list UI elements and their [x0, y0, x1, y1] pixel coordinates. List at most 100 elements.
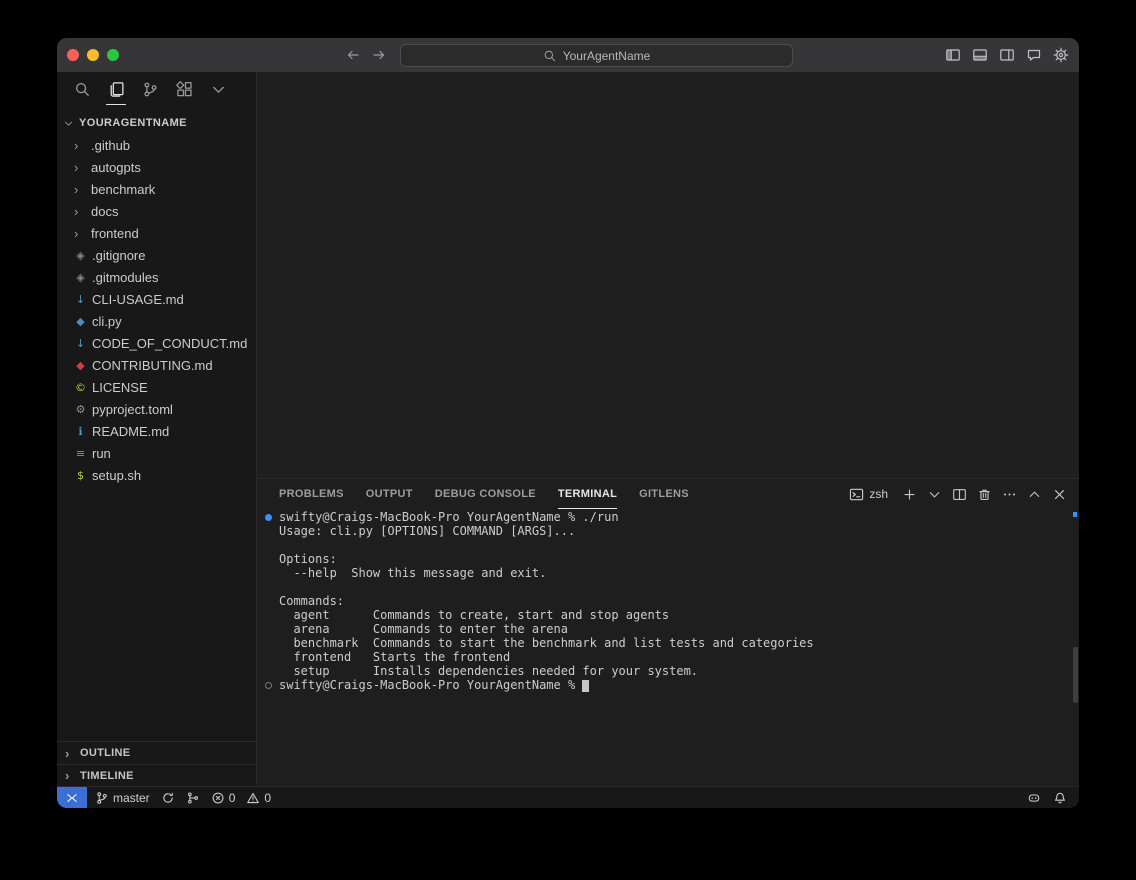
terminal-line — [257, 580, 1079, 594]
zoom-window-button[interactable] — [107, 49, 119, 61]
tree-folder-.github[interactable]: ›.github — [57, 134, 256, 156]
go-back-button[interactable] — [345, 47, 361, 63]
tree-file-run[interactable]: ≡run — [57, 442, 256, 464]
chevron-right-icon: › — [74, 205, 86, 218]
activity-search-button[interactable] — [71, 77, 93, 107]
desktop-background: YourAgentName YOURAGENTNAME ›.github›aut… — [0, 0, 1136, 880]
markdown-icon: ↓ — [74, 294, 87, 305]
titlebar[interactable]: YourAgentName — [57, 38, 1079, 72]
panel-tab-terminal[interactable]: TERMINAL — [558, 479, 617, 509]
tree-item-label: cli.py — [92, 314, 122, 329]
terminal-text: frontend Starts the frontend — [279, 650, 510, 664]
tree-file-readme.md[interactable]: ℹREADME.md — [57, 420, 256, 442]
toggle-panel-button[interactable] — [972, 47, 988, 63]
go-forward-button[interactable] — [371, 47, 387, 63]
warnings-status[interactable]: 0 — [246, 791, 271, 805]
tree-file-setup.sh[interactable]: $setup.sh — [57, 464, 256, 486]
close-window-button[interactable] — [67, 49, 79, 61]
tree-folder-benchmark[interactable]: ›benchmark — [57, 178, 256, 200]
terminal-line: Commands: — [257, 594, 1079, 608]
panel-action-icons — [902, 487, 1067, 502]
shell-label: zsh — [869, 487, 888, 501]
close-panel-button[interactable] — [1052, 487, 1067, 502]
panel-header: PROBLEMS OUTPUT DEBUG CONSOLE TERMINAL GITLE… — [257, 479, 1079, 509]
tree-folder-autogpts[interactable]: ›autogpts — [57, 156, 256, 178]
file-tree: ›.github›autogpts›benchmark›docs›fronten… — [57, 134, 256, 486]
activity-extensions-button[interactable] — [173, 77, 195, 107]
search-icon — [543, 49, 557, 63]
tree-file-code_of_conduct.md[interactable]: ↓CODE_OF_CONDUCT.md — [57, 332, 256, 354]
minimize-window-button[interactable] — [87, 49, 99, 61]
branch-status[interactable]: master — [95, 791, 150, 805]
chevron-down-icon — [210, 81, 227, 103]
toggle-secondary-sidebar-button[interactable] — [999, 47, 1015, 63]
activity-explorer-button[interactable] — [105, 77, 127, 107]
chevron-right-icon: › — [65, 747, 75, 760]
command-decoration-icon — [265, 514, 272, 521]
tree-file-.gitignore[interactable]: ◈.gitignore — [57, 244, 256, 266]
warning-icon — [246, 791, 260, 805]
license-icon: © — [74, 382, 87, 393]
more-actions-button[interactable] — [1002, 487, 1017, 502]
graph-status[interactable] — [186, 791, 200, 805]
panel-tabs: PROBLEMS OUTPUT DEBUG CONSOLE TERMINAL GITLE… — [279, 479, 689, 509]
tree-item-label: setup.sh — [92, 468, 141, 483]
panel-tab-problems[interactable]: PROBLEMS — [279, 479, 344, 509]
panel-actions: zsh — [849, 487, 1067, 502]
vscode-window: YourAgentName YOURAGENTNAME ›.github›aut… — [57, 38, 1079, 808]
maximize-panel-button[interactable] — [1027, 487, 1042, 502]
panel-tab-gitlens[interactable]: GITLENS — [639, 479, 689, 509]
tree-folder-docs[interactable]: ›docs — [57, 200, 256, 222]
launch-profile-button[interactable] — [927, 487, 942, 502]
terminal-scrollbar[interactable] — [1073, 647, 1078, 703]
panel-tab-debug-console[interactable]: DEBUG CONSOLE — [435, 479, 536, 509]
explorer-view: YOURAGENTNAME ›.github›autogpts›benchmar… — [57, 112, 256, 741]
activity-source-control-button[interactable] — [139, 77, 161, 107]
tree-file-.gitmodules[interactable]: ◈.gitmodules — [57, 266, 256, 288]
activity-more-views-button[interactable] — [207, 77, 229, 107]
manage-settings-button[interactable] — [1053, 47, 1069, 63]
panel-tab-output[interactable]: OUTPUT — [366, 479, 413, 509]
split-terminal-button[interactable] — [952, 487, 967, 502]
contributing-icon: ◆ — [74, 360, 87, 371]
search-icon — [74, 81, 91, 103]
tree-file-pyproject.toml[interactable]: ⚙pyproject.toml — [57, 398, 256, 420]
kill-terminal-button[interactable] — [977, 487, 992, 502]
section-timeline[interactable]: ›TIMELINE — [57, 764, 256, 786]
terminal-text: Usage: cli.py [OPTIONS] COMMAND [ARGS]..… — [279, 524, 575, 538]
terminal-line: swifty@Craigs-MacBook-Pro YourAgentName … — [257, 510, 1079, 524]
copilot-status[interactable] — [1027, 791, 1041, 805]
chat-button[interactable] — [1026, 47, 1042, 63]
git-icon: ◈ — [74, 272, 87, 283]
tree-item-label: CONTRIBUTING.md — [92, 358, 213, 373]
terminal-instance[interactable]: zsh — [849, 487, 888, 502]
command-center-text: YourAgentName — [563, 49, 651, 63]
notifications-status[interactable] — [1053, 791, 1067, 805]
errors-status[interactable]: 0 — [211, 791, 236, 805]
tree-item-label: LICENSE — [92, 380, 148, 395]
tree-file-license[interactable]: © LICENSE — [57, 376, 256, 398]
tree-file-cli-usage.md[interactable]: ↓CLI-USAGE.md — [57, 288, 256, 310]
tree-file-contributing.md[interactable]: ◆ CONTRIBUTING.md — [57, 354, 256, 376]
editor-area[interactable] — [257, 72, 1079, 478]
terminal-line: benchmark Commands to start the benchmar… — [257, 636, 1079, 650]
markdown-icon: ↓ — [74, 338, 87, 349]
sync-status[interactable] — [161, 791, 175, 805]
python-icon: ◆ — [74, 316, 87, 327]
explorer-icon — [108, 81, 125, 103]
terminal-text: swifty@Craigs-MacBook-Pro YourAgentName … — [279, 678, 582, 692]
command-center-search[interactable]: YourAgentName — [400, 44, 793, 67]
remote-indicator[interactable] — [57, 787, 87, 808]
terminal-line: Usage: cli.py [OPTIONS] COMMAND [ARGS]..… — [257, 524, 1079, 538]
chevron-down-icon — [63, 118, 75, 129]
toggle-primary-sidebar-button[interactable] — [945, 47, 961, 63]
terminal-text: swifty@Craigs-MacBook-Pro YourAgentName … — [279, 510, 619, 524]
tree-folder-frontend[interactable]: ›frontend — [57, 222, 256, 244]
terminal-output[interactable]: swifty@Craigs-MacBook-Pro YourAgentName … — [257, 509, 1079, 786]
new-terminal-button[interactable] — [902, 487, 917, 502]
sidebar-bottom-sections: ›OUTLINE›TIMELINE — [57, 741, 256, 786]
explorer-root-row[interactable]: YOURAGENTNAME — [57, 112, 256, 134]
section-outline[interactable]: ›OUTLINE — [57, 742, 256, 764]
tree-file-cli.py[interactable]: ◆ cli.py — [57, 310, 256, 332]
terminal-line: --help Show this message and exit. — [257, 566, 1079, 580]
